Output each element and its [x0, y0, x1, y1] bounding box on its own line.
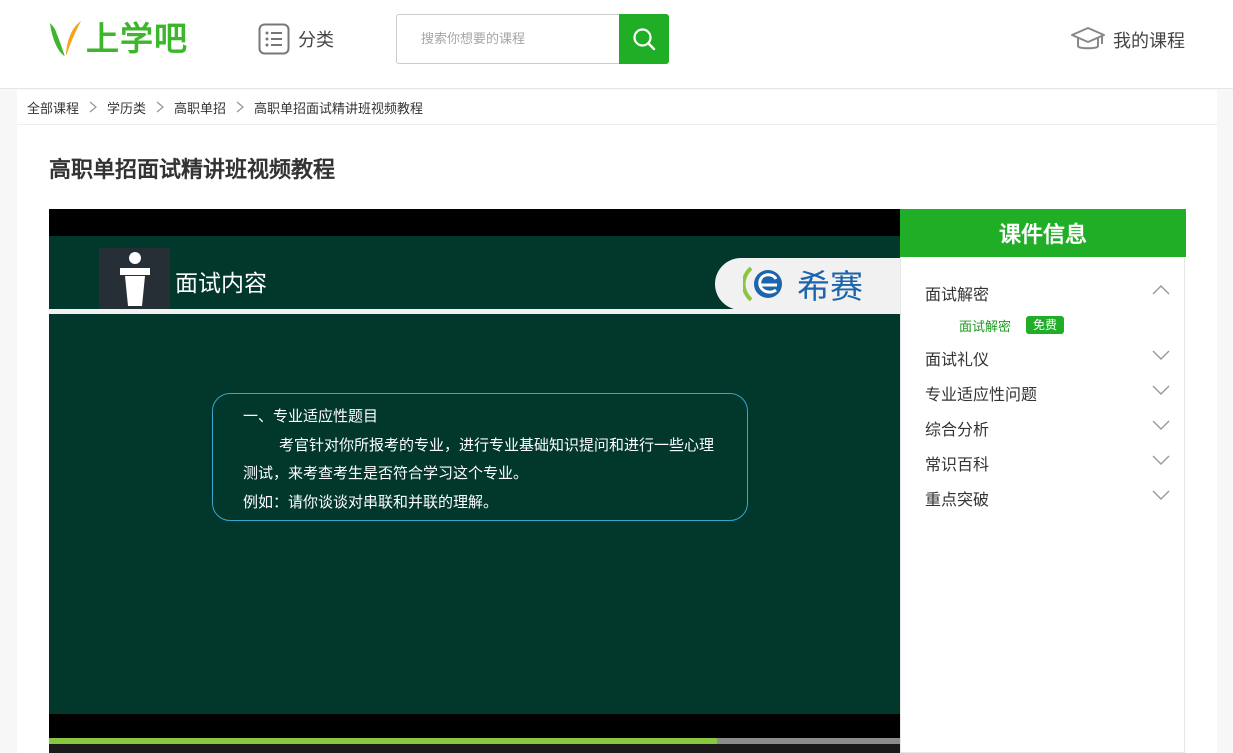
chapter-item[interactable]: 面试解密	[901, 275, 1186, 310]
brand-badge: 希赛	[715, 258, 900, 310]
category-menu-button[interactable]: 分类	[258, 22, 334, 56]
leaf-logo-icon	[50, 21, 81, 58]
breadcrumb: 全部课程 学历类 高职单招 高职单招面试精讲班视频教程	[17, 90, 1217, 125]
content-body: 考官针对你所报考的专业，进行专业基础知识提问和进行一些心理测试，来考查考生是否符…	[243, 435, 715, 483]
chapter-label: 面试礼仪	[925, 349, 990, 369]
search-button[interactable]	[619, 14, 669, 64]
my-courses-label: 我的课程	[1113, 31, 1185, 52]
chapter-list: 面试解密 面试解密 免费 面试礼仪 专业适应性问题 综合分析 常识百科 重点突破	[901, 275, 1186, 515]
free-badge: 免费	[1026, 316, 1065, 334]
chapter-item[interactable]: 面试礼仪	[901, 340, 1186, 375]
search-box	[396, 14, 620, 64]
slide-title: 面试内容	[175, 271, 267, 297]
video-slide: 面试内容 希赛 一、专业适应性题目 考官针对你所报考的专业，进行专业基础知识提问…	[49, 236, 900, 714]
chevron-down-icon	[1152, 490, 1170, 500]
chevron-right-icon	[89, 101, 98, 113]
chapter-item[interactable]: 重点突破	[901, 480, 1186, 515]
chevron-down-icon	[1152, 420, 1170, 430]
search-icon	[633, 28, 656, 51]
my-courses-link[interactable]: 我的课程	[1071, 22, 1185, 58]
content-heading: 一、专业适应性题目	[243, 407, 379, 425]
slide-header: 面试内容 希赛	[49, 236, 900, 310]
video-player[interactable]: 面试内容 希赛 一、专业适应性题目 考官针对你所报考的专业，进行专业基础知识提问…	[49, 209, 900, 753]
slide-content-box: 一、专业适应性题目 考官针对你所报考的专业，进行专业基础知识提问和进行一些心理测…	[212, 393, 748, 521]
video-controls-bar	[49, 744, 900, 753]
brand-text: 希赛	[797, 267, 863, 306]
slide-divider	[49, 309, 900, 314]
sidebar-title: 课件信息	[900, 209, 1186, 257]
chevron-right-icon	[236, 101, 245, 113]
breadcrumb-item-all-courses[interactable]: 全部课程	[27, 98, 79, 117]
chapter-label: 专业适应性问题	[925, 384, 1038, 404]
podium-icon	[99, 248, 170, 309]
page-title: 高职单招面试精讲班视频教程	[49, 158, 336, 183]
breadcrumb-item-vocational[interactable]: 高职单招	[174, 98, 226, 117]
logo-text: 上学吧	[86, 19, 188, 58]
lesson-label: 面试解密	[959, 319, 1012, 335]
category-label: 分类	[298, 30, 334, 51]
chapter-label: 常识百科	[925, 454, 990, 474]
chevron-down-icon	[1152, 455, 1170, 465]
brand-e-logo-icon	[743, 266, 782, 302]
chevron-down-icon	[1152, 385, 1170, 395]
course-info-sidebar: 课件信息 面试解密 面试解密 免费 面试礼仪 专业适应性问题 综合分析 常识百科…	[900, 209, 1186, 753]
search-input[interactable]	[397, 15, 620, 63]
chevron-up-icon	[1152, 285, 1170, 295]
chevron-right-icon	[156, 101, 165, 113]
chapter-label: 重点突破	[925, 489, 990, 509]
site-logo[interactable]: 上学吧	[48, 18, 188, 60]
chapter-item[interactable]: 专业适应性问题	[901, 375, 1186, 410]
list-icon	[258, 23, 290, 55]
main-panel: 全部课程 学历类 高职单招 高职单招面试精讲班视频教程 高职单招面试精讲班视频教…	[17, 90, 1217, 753]
chapter-label: 综合分析	[925, 419, 990, 439]
top-header: 上学吧 分类 我的课程	[0, 0, 1233, 89]
chapter-label: 面试解密	[925, 284, 990, 304]
breadcrumb-item-current[interactable]: 高职单招面试精讲班视频教程	[254, 98, 423, 117]
chapter-item[interactable]: 常识百科	[901, 445, 1186, 480]
chevron-down-icon	[1152, 350, 1170, 360]
graduation-cap-icon	[1071, 27, 1105, 50]
chapter-item[interactable]: 综合分析	[901, 410, 1186, 445]
content-example: 例如：请你谈谈对串联和并联的理解。	[243, 492, 499, 511]
lesson-item[interactable]: 面试解密 免费	[901, 310, 1186, 340]
breadcrumb-item-degree[interactable]: 学历类	[107, 98, 146, 117]
